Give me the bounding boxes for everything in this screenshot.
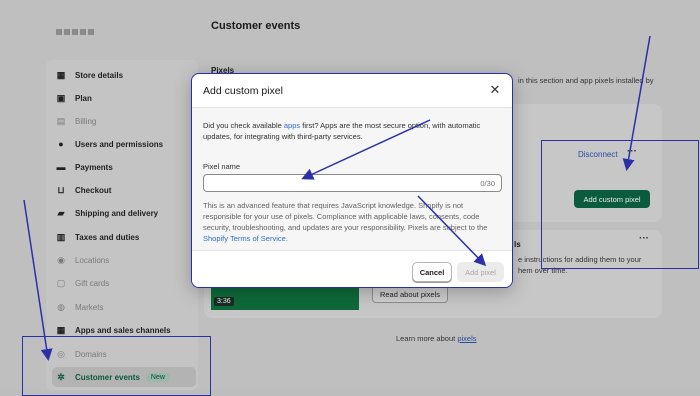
store-icon: ▦ <box>56 69 66 80</box>
modal-body: Did you check available apps first? Apps… <box>192 108 512 250</box>
learn-more-text: Learn more about pixels <box>396 334 477 343</box>
pixel-name-label: Pixel name <box>203 162 241 171</box>
sidebar-item-users[interactable]: ● Users and permissions <box>52 134 196 154</box>
globe-icon: ◍ <box>57 301 65 312</box>
character-counter: 0/30 <box>480 179 495 188</box>
cart-icon: ⊔ <box>57 184 65 195</box>
sidebar-item-plan[interactable]: ▣ Plan <box>52 88 196 108</box>
sidebar-item-checkout[interactable]: ⊔ Checkout <box>52 180 196 200</box>
terms-of-service-link[interactable]: Shopify Terms of Service <box>203 234 286 243</box>
sidebar-item-taxes[interactable]: ▥ Taxes and duties <box>52 227 196 247</box>
payments-icon: ▬ <box>56 162 66 172</box>
terms-text: This is an advanced feature that require… <box>203 201 488 243</box>
add-pixel-button[interactable]: Add pixel <box>457 262 504 282</box>
modal-title: Add custom pixel <box>203 84 283 97</box>
add-custom-pixel-modal: Add custom pixel ✕ Did you check availab… <box>191 73 513 288</box>
gift-card-icon: ▢ <box>56 277 66 288</box>
location-icon: ◉ <box>57 254 65 265</box>
store-logo <box>56 28 116 50</box>
truck-icon: ▰ <box>57 207 65 218</box>
pixel-name-field[interactable]: 0/30 <box>203 174 502 192</box>
annotation-box-sidebar <box>22 336 211 396</box>
pixels-description: in this section and app pixels installed… <box>518 76 654 85</box>
learn-more-pixels-link[interactable]: pixels <box>457 334 476 343</box>
annotation-box-right <box>541 140 699 269</box>
sidebar-item-billing[interactable]: ▤ Billing <box>52 111 196 131</box>
custom-pixels-heading: ls <box>514 240 521 249</box>
plan-icon: ▣ <box>56 92 66 103</box>
apps-icon: ▦ <box>56 324 66 335</box>
apps-link[interactable]: apps <box>284 121 300 130</box>
billing-icon: ▤ <box>56 115 66 126</box>
video-duration: 3:36 <box>214 297 234 306</box>
sidebar-item-payments[interactable]: ▬ Payments <box>52 157 196 177</box>
sidebar-item-gift-cards[interactable]: ▢ Gift cards <box>52 273 196 293</box>
sidebar-item-shipping[interactable]: ▰ Shipping and delivery <box>52 203 196 223</box>
sidebar-item-store-details[interactable]: ▦ Store details <box>52 65 196 85</box>
pixel-name-input[interactable] <box>209 175 469 191</box>
taxes-icon: ▥ <box>56 231 66 242</box>
intro-text: Did you check available apps first? Apps… <box>203 121 481 141</box>
sidebar-item-locations[interactable]: ◉ Locations <box>52 250 196 270</box>
cancel-button[interactable]: Cancel <box>412 262 452 282</box>
modal-footer: Cancel Add pixel <box>192 250 512 287</box>
close-icon[interactable]: ✕ <box>489 83 501 96</box>
page-title: Customer events <box>211 20 301 32</box>
users-icon: ● <box>58 139 64 149</box>
sidebar-item-markets[interactable]: ◍ Markets <box>52 297 196 317</box>
modal-header: Add custom pixel ✕ <box>192 74 512 108</box>
